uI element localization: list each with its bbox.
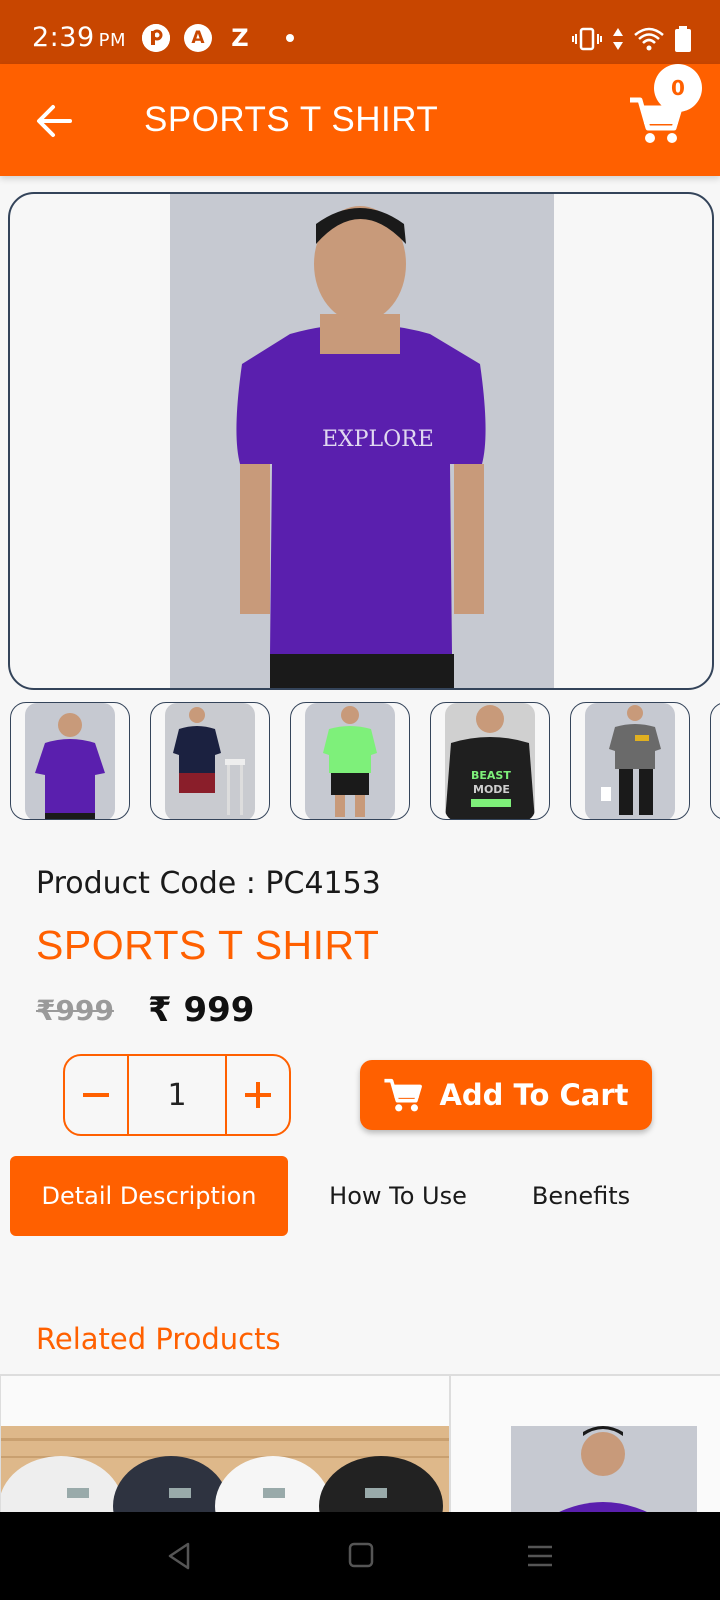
shirt-print-text: EXPLORE xyxy=(322,427,434,452)
notification-icons: A Z xyxy=(142,24,294,52)
related-product-image xyxy=(511,1426,697,1514)
back-arrow-icon xyxy=(37,105,72,137)
decrease-quantity-button[interactable] xyxy=(65,1056,127,1134)
battery-icon xyxy=(675,26,691,52)
thumbnail-1[interactable] xyxy=(10,702,130,820)
status-bar: 2:39 PM A Z xyxy=(0,0,720,64)
app-a-icon: A xyxy=(184,24,212,52)
app-bar: SPORTS T SHIRT 0 xyxy=(0,64,720,176)
wifi-icon xyxy=(634,27,664,51)
thumbnail-5-image xyxy=(585,703,675,819)
status-time-value: 2:39 xyxy=(32,22,95,53)
add-to-cart-button[interactable]: Add To Cart xyxy=(360,1060,652,1130)
thumbnail-strip: BEAST MODE xyxy=(10,702,720,822)
current-price: ₹ 999 xyxy=(148,990,255,1030)
thumbnail-4-text-2: MODE xyxy=(473,783,510,796)
thumbnail-3[interactable] xyxy=(290,702,410,820)
app-z-icon: Z xyxy=(226,24,254,52)
vibrate-icon xyxy=(572,27,602,51)
thumbnail-2[interactable] xyxy=(150,702,270,820)
cart-icon xyxy=(384,1078,423,1112)
thumbnail-5[interactable] xyxy=(570,702,690,820)
thumbnail-2-image xyxy=(165,703,255,819)
quantity-stepper: 1 xyxy=(63,1054,291,1136)
increase-quantity-button[interactable] xyxy=(227,1056,289,1134)
back-button[interactable] xyxy=(34,100,76,142)
old-price: ₹999 xyxy=(36,994,114,1027)
thumbnail-3-image xyxy=(305,703,395,819)
tab-how-to-use[interactable]: How To Use xyxy=(308,1156,488,1236)
tab-benefits[interactable]: Benefits xyxy=(508,1156,654,1236)
description-tabs: Detail Description How To Use Benefits xyxy=(10,1156,720,1236)
system-nav-bar xyxy=(0,1512,720,1600)
related-products-list xyxy=(0,1374,720,1514)
product-code: Product Code : PC4153 xyxy=(36,866,381,901)
app-a-letter: A xyxy=(191,28,205,48)
related-product-card[interactable] xyxy=(450,1375,720,1514)
plus-icon xyxy=(245,1082,271,1108)
thumbnail-6[interactable] xyxy=(710,702,720,820)
minus-icon xyxy=(83,1093,109,1097)
related-product-image xyxy=(1,1426,449,1514)
add-to-cart-label: Add To Cart xyxy=(439,1078,629,1112)
nav-back-icon[interactable] xyxy=(166,1542,192,1570)
product-name: SPORTS T SHIRT xyxy=(36,922,380,968)
tab-detail-description[interactable]: Detail Description xyxy=(10,1156,288,1236)
thumbnail-4-image: BEASTMODE xyxy=(445,703,535,819)
nav-menu-icon[interactable] xyxy=(526,1544,554,1568)
thumbnail-4-text-1: BEAST xyxy=(471,769,511,782)
thumbnail-1-image xyxy=(25,703,115,819)
app-z-letter: Z xyxy=(231,24,249,52)
product-photo: EXPLORE xyxy=(170,194,554,688)
app-r-icon xyxy=(142,24,170,52)
data-arrows-icon xyxy=(613,28,623,50)
related-products-title: Related Products xyxy=(36,1322,281,1356)
dot-icon xyxy=(286,34,294,42)
cart-count-badge: 0 xyxy=(654,64,702,112)
main-product-image[interactable]: EXPLORE xyxy=(8,192,714,690)
status-time: 2:39 PM xyxy=(32,22,126,53)
related-product-card[interactable] xyxy=(0,1375,450,1514)
page-title: SPORTS T SHIRT xyxy=(144,100,439,139)
system-icons xyxy=(572,26,692,52)
thumbnail-4[interactable]: BEAST MODE xyxy=(430,702,550,820)
status-ampm: PM xyxy=(98,30,127,51)
nav-home-icon[interactable] xyxy=(348,1542,374,1568)
quantity-value[interactable]: 1 xyxy=(127,1056,227,1134)
